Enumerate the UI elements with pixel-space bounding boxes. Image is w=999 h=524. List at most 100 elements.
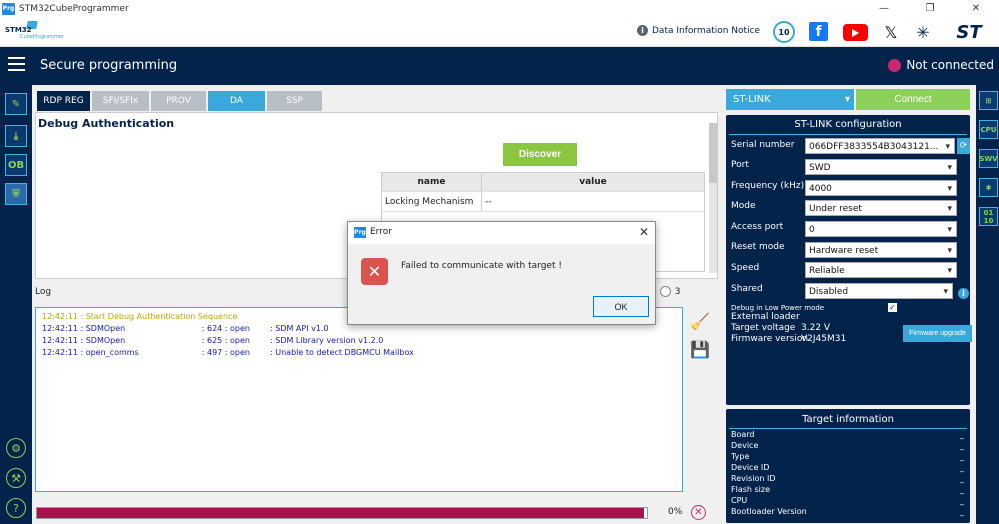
device-label: Device [731, 441, 759, 450]
menu-hamburger-icon[interactable] [8, 57, 25, 71]
access-port-label: Access port [731, 222, 784, 232]
frequency-label: Frequency (kHz) [731, 181, 805, 191]
swv-icon[interactable]: SWV [979, 149, 998, 168]
debug-low-power-label: Debug in Low Power mode [731, 304, 825, 312]
verbosity-3-radio[interactable] [659, 286, 671, 297]
stm32cubeprogrammer-logo: STM32 CubeProgrammer [5, 21, 65, 43]
frequency-select[interactable]: 4000 [805, 180, 957, 197]
log-code: : 625 : open [201, 336, 250, 345]
tools-icon[interactable]: ⚒ [6, 468, 26, 488]
option-bytes-icon[interactable]: OB [5, 154, 27, 176]
serial-number-select[interactable]: 066DFF3833554B3043121... [805, 138, 955, 155]
memory-view-icon[interactable]: ⊞ [979, 91, 998, 110]
cell-name: Locking Mechanism [382, 192, 482, 211]
log-text: 12:42:11 : Start Debug Authentication Se… [42, 312, 238, 321]
reset-mode-select[interactable]: Hardware reset [805, 242, 957, 259]
binary-icon[interactable]: 01 10 [979, 207, 998, 226]
download-icon[interactable]: ⤓ [5, 125, 27, 147]
youtube-icon[interactable] [843, 24, 868, 41]
security-shield-icon[interactable]: ⛨ [5, 183, 27, 205]
save-log-icon[interactable]: 💾 [690, 339, 710, 359]
tab-sfi-sfix[interactable]: SFI/SFIx [92, 91, 149, 111]
speed-label: Speed [731, 263, 760, 273]
error-icon: ✕ [361, 258, 388, 285]
scrollbar-thumb[interactable] [709, 123, 717, 183]
dialog-app-icon: Prg [354, 227, 366, 238]
table-row[interactable]: Locking Mechanism -- [382, 191, 704, 211]
x-twitter-icon[interactable]: 𝕏 [881, 21, 901, 43]
facebook-icon[interactable]: f [809, 22, 828, 41]
tab-da[interactable]: DA [208, 91, 265, 111]
board-value: _ [960, 430, 964, 439]
close-window-button[interactable]: ✕ [953, 0, 999, 17]
clear-log-broom-icon[interactable]: 🧹 [690, 311, 710, 331]
tab-rdp-reg[interactable]: RDP REG [37, 91, 90, 111]
logo-text-cubeprogrammer: CubeProgrammer [20, 34, 65, 40]
firmware-upgrade-button[interactable]: Firmware upgrade [903, 325, 972, 342]
cancel-icon[interactable]: ✕ [691, 505, 706, 520]
debug-low-power-checkbox[interactable]: ✓ [888, 303, 897, 312]
log-line: 12:42:11 : open_comms : 497 : open : Una… [42, 348, 676, 360]
maximize-button[interactable]: ❐ [907, 0, 953, 17]
shared-help-icon[interactable]: i [958, 288, 969, 299]
log-message: : SDM Library version v1.2.0 [270, 336, 384, 345]
progress-bar-fill [37, 508, 644, 518]
mode-select[interactable]: Under reset [805, 200, 957, 217]
column-header-value: value [579, 177, 607, 187]
flash-size-label: Flash size [731, 485, 771, 494]
connect-button[interactable]: Connect [856, 89, 970, 110]
port-select[interactable]: SWD [805, 159, 957, 176]
dialog-title: Error [370, 227, 392, 237]
erasing-programming-icon[interactable]: ✎ [5, 93, 27, 115]
verbosity-3-label: 3 [674, 286, 681, 297]
st-logo[interactable]: ST [946, 21, 992, 43]
device-id-label: Device ID [731, 463, 770, 472]
data-information-notice-link[interactable]: i Data Information Notice [637, 25, 760, 36]
refresh-icon[interactable]: ⟳ [957, 138, 970, 154]
minimize-button[interactable]: — [861, 0, 907, 17]
revision-id-label: Revision ID [731, 474, 776, 483]
log-line: 12:42:11 : SDMOpen : 624 : open : SDM AP… [42, 324, 676, 336]
dialog-close-icon[interactable]: ✕ [639, 225, 649, 239]
log-output[interactable]: 12:42:11 : Start Debug Authentication Se… [35, 307, 683, 492]
app-icon: Prg [2, 2, 15, 15]
info-icon: i [637, 25, 648, 36]
access-port-select[interactable]: 0 [805, 221, 957, 238]
error-dialog: Prg Error ✕ ✕ Failed to communicate with… [347, 221, 656, 325]
ok-button[interactable]: OK [593, 296, 649, 317]
device-id-value: _ [960, 463, 964, 472]
right-sidebar: ⊞ CPU SWV ✱ 01 10 [976, 85, 999, 524]
progress-bar [36, 507, 648, 519]
discover-button[interactable]: Discover [503, 143, 577, 166]
logo-text-stm32: STM32 [5, 26, 32, 34]
log-line: 12:42:11 : SDMOpen : 625 : open : SDM Li… [42, 336, 676, 348]
community-network-icon[interactable]: ✳ [913, 21, 933, 43]
target-voltage-value: 3.22 V [801, 323, 831, 333]
shared-select[interactable]: Disabled [805, 283, 953, 300]
panel-scrollbar[interactable] [709, 123, 717, 273]
dialog-titlebar: Prg Error ✕ [348, 222, 655, 244]
status-dot-icon [888, 58, 902, 72]
speed-select[interactable]: Reliable [805, 262, 957, 279]
bug-icon[interactable]: ✱ [979, 178, 998, 197]
cpu-icon[interactable]: CPU [979, 120, 998, 139]
stlink-configuration-title: ST-LINK configuration [794, 119, 902, 130]
external-loader-label: External loader [731, 312, 800, 322]
secure-programming-tabs: RDP REG SFI/SFIx PROV DA SSP [37, 91, 324, 111]
log-code: : 497 : open [201, 348, 250, 357]
target-voltage-label: Target voltage [731, 323, 796, 333]
probe-select[interactable]: ST-LINK [726, 89, 854, 110]
tab-prov[interactable]: PROV [151, 91, 206, 111]
log-label: Log [35, 287, 52, 297]
divider [729, 428, 967, 429]
tab-ssp[interactable]: SSP [267, 91, 322, 111]
cell-value: -- [485, 196, 492, 207]
board-label: Board [731, 430, 755, 439]
anniversary-badge-icon[interactable]: 10 [773, 21, 795, 43]
column-header-name: name [382, 173, 482, 191]
cube-icon[interactable]: ⚙ [6, 438, 26, 458]
help-icon[interactable]: ? [6, 498, 26, 518]
log-code: : 624 : open [201, 324, 250, 333]
flash-size-value: _ [960, 485, 964, 494]
log-time: 12:42:11 : SDMOpen [42, 336, 126, 345]
